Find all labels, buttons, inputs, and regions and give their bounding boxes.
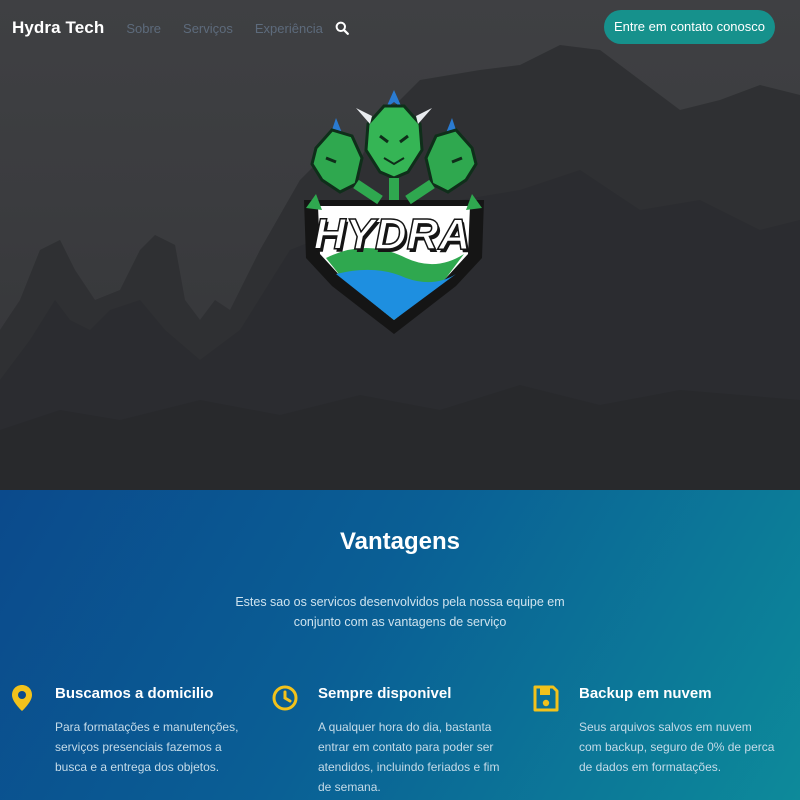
nav-link-servicos[interactable]: Serviços (183, 21, 233, 36)
search-icon[interactable] (335, 21, 349, 35)
nav-link-sobre[interactable]: Sobre (126, 21, 161, 36)
feature-text: Para formatações e manutenções, serviços… (55, 720, 239, 774)
feature-text: A qualquer hora do dia, bastanta entrar … (318, 720, 500, 794)
feature-title: Backup em nuvem (579, 685, 712, 702)
floppy-disk-icon (533, 685, 559, 712)
feature-text: Seus arquivos salvos em nuvem com backup… (579, 720, 775, 774)
hydra-logo: HYDRA HYDRA (304, 90, 484, 334)
advantages-section: Vantagens Estes sao os servicos desenvol… (0, 490, 800, 800)
feature-title: Buscamos a domicilio (55, 685, 214, 702)
contact-button[interactable]: Entre em contato conosco (603, 10, 775, 44)
location-pin-icon (12, 685, 32, 711)
navbar: Hydra Tech Sobre Serviços Experiência En… (0, 0, 800, 56)
logo-text-overlay: HYDRA (314, 210, 470, 259)
section-title: Vantagens (339, 528, 461, 555)
section-intro: Estes sao os servicos desenvolvidos pela… (235, 595, 565, 629)
feature-title: Sempre disponivel (318, 685, 452, 702)
nav-link-experiencia[interactable]: Experiência (255, 21, 323, 36)
hero-section: Hydra Tech Sobre Serviços Experiência En… (0, 0, 800, 490)
clock-icon (272, 685, 298, 711)
brand-logo[interactable]: Hydra Tech (12, 18, 104, 38)
